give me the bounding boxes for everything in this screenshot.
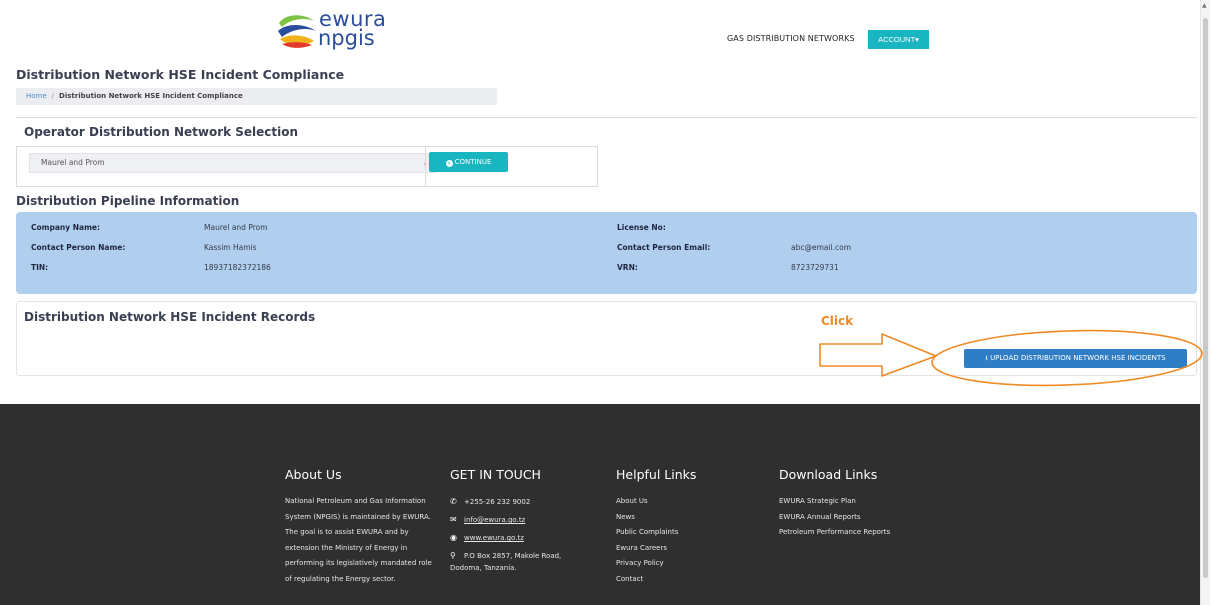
contact-email-label: Contact Person Email:	[617, 243, 711, 252]
breadcrumb-current: Distribution Network HSE Incident Compli…	[59, 92, 243, 100]
contact-phone: +255-26 232 9002	[464, 498, 531, 506]
scroll-up-arrow-icon[interactable]: ▲	[1202, 3, 1207, 9]
annotation-ellipse	[931, 329, 1203, 387]
about-line: extension the Ministry of Energy in	[285, 543, 408, 552]
footer-about-column: About Us National Petroleum and Gas Info…	[285, 467, 445, 587]
hse-records-title: Distribution Network HSE Incident Record…	[24, 310, 316, 324]
footer-helpful-title: Helpful Links	[616, 467, 697, 482]
operator-network-select[interactable]: Maurel and Prom ⌄	[29, 153, 437, 173]
helpful-link-contact[interactable]: Contact	[616, 572, 696, 588]
company-name-value: Maurel and Prom	[204, 223, 268, 232]
helpful-link-about-us[interactable]: About Us	[616, 494, 696, 510]
tin-value: 18937182372186	[204, 263, 271, 272]
pipeline-info-title: Distribution Pipeline Information	[16, 194, 240, 208]
vrn-value: 8723729731	[791, 263, 839, 272]
footer-about-title: About Us	[285, 467, 342, 482]
about-line: The goal is to assist EWURA and by	[285, 528, 409, 536]
contact-website-link[interactable]: www.ewura.go.tz	[464, 530, 524, 546]
about-line: of regulating the Energy sector.	[285, 574, 396, 583]
footer-download-links-column: Download Links EWURA Strategic Plan EWUR…	[779, 467, 890, 541]
contact-email-item: ✉ info@ewura.go.tz	[450, 512, 561, 528]
helpful-link-news[interactable]: News	[616, 510, 696, 526]
top-header: ewura npgis GAS DISTRIBUTION NETWORKS AC…	[0, 0, 1200, 62]
select-box-divider	[425, 147, 426, 187]
footer-contact-column: GET IN TOUCH ✆ +255-26 232 9002 ✉ info@ewu…	[450, 467, 561, 576]
contact-email-link[interactable]: info@ewura.go.tz	[464, 512, 525, 528]
operator-select-value: Maurel and Prom	[41, 158, 105, 167]
operator-selection-title: Operator Distribution Network Selection	[24, 125, 299, 139]
nav-gas-distribution-networks[interactable]: GAS DISTRIBUTION NETWORKS	[727, 34, 855, 43]
continue-label: CONTINUE	[454, 158, 492, 166]
helpful-link-public-complaints[interactable]: Public Complaints	[616, 525, 696, 541]
helpful-link-ewura-careers[interactable]: Ewura Careers	[616, 541, 696, 557]
company-name-label: Company Name:	[31, 223, 100, 232]
scrollbar-thumb[interactable]	[1203, 18, 1208, 578]
contact-person-label: Contact Person Name:	[31, 243, 126, 252]
download-link-annual-reports[interactable]: EWURA Annual Reports	[779, 510, 890, 526]
helpful-link-privacy-policy[interactable]: Privacy Policy	[616, 556, 696, 572]
ewura-npgis-logo[interactable]: ewura npgis	[276, 8, 396, 52]
vertical-scrollbar[interactable]: ▲	[1200, 0, 1210, 605]
breadcrumb-separator: /	[51, 92, 55, 100]
about-line: National Petroleum and Gas Information	[285, 497, 426, 505]
footer-helpful-links-column: Helpful Links About Us News Public Compl…	[616, 467, 696, 587]
about-line: performing its legislatively mandated ro…	[285, 559, 432, 567]
globe-icon: ◉	[450, 533, 457, 542]
contact-phone-item: ✆ +255-26 232 9002	[450, 494, 561, 510]
logo-text-npgis: npgis	[318, 26, 375, 50]
envelope-icon: ✉	[450, 515, 457, 524]
arrow-circle-icon: ›	[445, 160, 453, 167]
logo-swirl-icon	[278, 15, 316, 48]
download-link-strategic-plan[interactable]: EWURA Strategic Plan	[779, 494, 890, 510]
footer-contact-title: GET IN TOUCH	[450, 467, 541, 482]
annotation-arrow-and-ellipse	[819, 329, 1203, 387]
contact-website-item: ◉ www.ewura.go.tz	[450, 530, 561, 546]
about-line: System (NPGIS) is maintained by EWURA.	[285, 512, 431, 521]
phone-icon: ✆	[450, 497, 457, 506]
map-marker-icon: ⚲	[450, 551, 456, 560]
breadcrumb-home-link[interactable]: Home	[26, 92, 47, 100]
operator-selection-box: Maurel and Prom ⌄	[16, 146, 598, 187]
contact-address-item: ⚲ P.O Box 2857, Makole Road, Dodoma, Tanza…	[450, 548, 561, 574]
footer	[0, 404, 1200, 605]
contact-address-line2: Dodoma, Tanzania.	[450, 564, 517, 572]
divider-line	[16, 117, 1197, 118]
continue-button[interactable]: › CONTINUE	[429, 152, 508, 172]
contact-person-value: Kassim Hamis	[204, 243, 257, 252]
download-link-petroleum-performance[interactable]: Petroleum Performance Reports	[779, 525, 890, 541]
breadcrumb: Home / Distribution Network HSE Incident C…	[16, 88, 497, 105]
page-title: Distribution Network HSE Incident Compli…	[16, 67, 345, 82]
contact-email-value: abc@email.com	[791, 243, 852, 252]
annotation-arrow-icon	[819, 333, 937, 377]
pipeline-info-panel: Company Name: Maurel and Prom Contact Pe…	[16, 212, 1197, 294]
tin-label: TIN:	[31, 263, 49, 272]
account-dropdown-button[interactable]: ACCOUNT▾	[868, 30, 929, 49]
footer-download-title: Download Links	[779, 467, 878, 482]
contact-address-line1: P.O Box 2857, Makole Road,	[464, 552, 562, 560]
vrn-label: VRN:	[617, 263, 638, 272]
license-no-label: License No:	[617, 223, 666, 232]
